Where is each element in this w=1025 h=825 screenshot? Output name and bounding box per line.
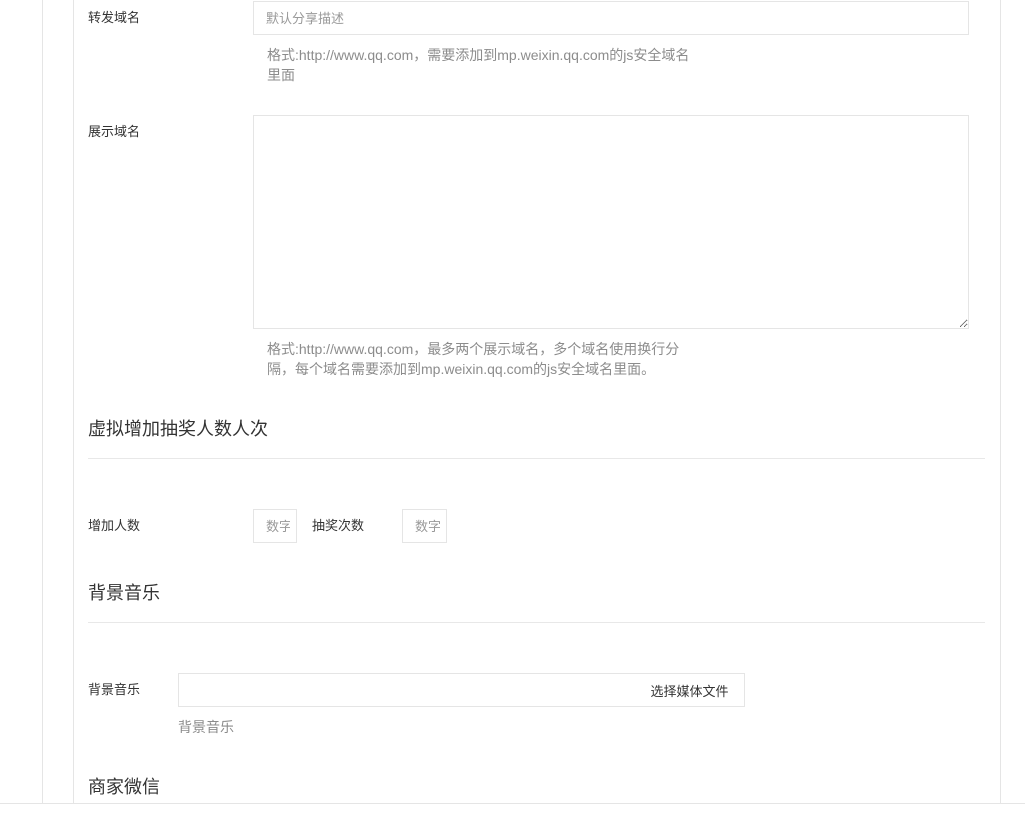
music-url-input[interactable] <box>178 673 636 707</box>
bottom-divider <box>0 803 1025 804</box>
music-help: 背景音乐 <box>178 719 234 735</box>
panel-border-left <box>73 0 74 803</box>
music-section-divider <box>88 622 985 623</box>
draw-times-input[interactable] <box>402 509 447 543</box>
music-field-label: 背景音乐 <box>88 682 141 697</box>
display-domain-help-line2: 隔，每个域名需要添加到mp.weixin.qq.com的js安全域名里面。 <box>267 361 656 377</box>
merchant-section-title: 商家微信 <box>88 777 160 797</box>
panel-border-right <box>1000 0 1001 803</box>
share-domain-help-line2: 里面 <box>267 67 295 83</box>
virtual-section-title: 虚拟增加抽奖人数人次 <box>88 419 268 439</box>
add-people-label: 增加人数 <box>88 518 141 533</box>
outer-border-left <box>42 0 43 803</box>
display-domain-help-line1: 格式:http://www.qq.com，最多两个展示域名，多个域名使用换行分 <box>267 341 680 357</box>
add-people-input[interactable] <box>253 509 297 543</box>
music-section-title: 背景音乐 <box>88 583 160 603</box>
share-domain-help-line1: 格式:http://www.qq.com，需要添加到mp.weixin.qq.c… <box>267 47 690 63</box>
share-domain-input[interactable] <box>253 1 969 35</box>
display-domain-label: 展示域名 <box>88 124 141 139</box>
draw-times-label: 抽奖次数 <box>312 518 365 533</box>
select-media-button[interactable]: 选择媒体文件 <box>635 673 745 707</box>
share-domain-label: 转发域名 <box>88 10 141 25</box>
virtual-section-divider <box>88 458 985 459</box>
display-domain-textarea[interactable] <box>253 115 969 329</box>
